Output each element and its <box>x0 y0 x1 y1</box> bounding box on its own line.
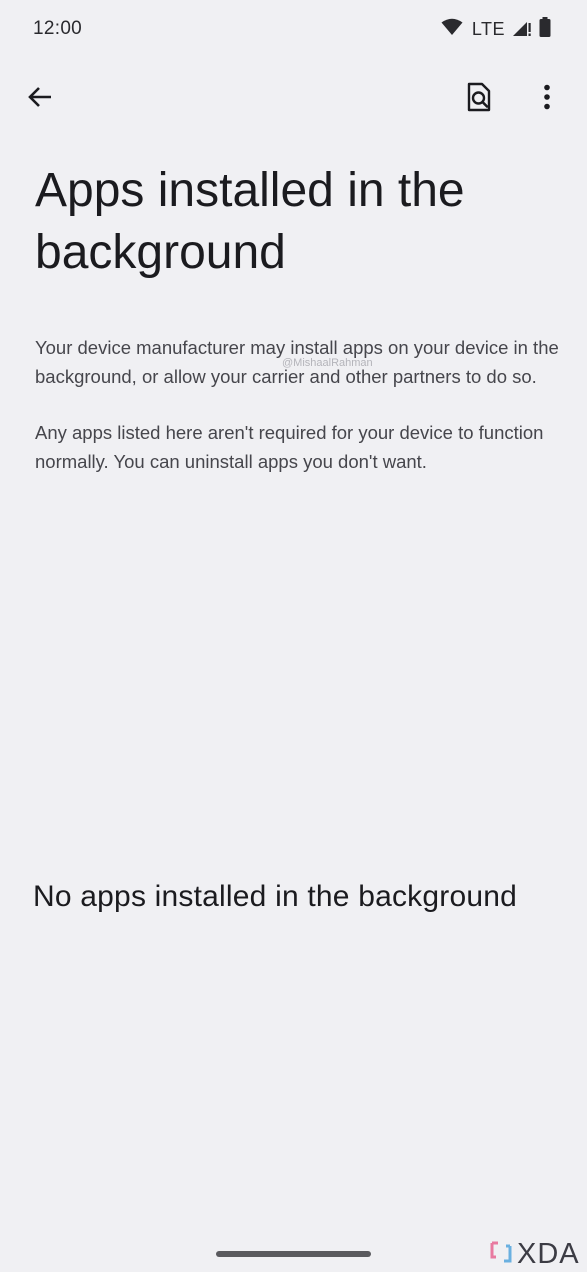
cell-signal-icon <box>512 17 532 42</box>
app-bar <box>0 70 587 130</box>
xda-logo: XDA <box>489 1238 580 1271</box>
xda-bracket-icon <box>489 1238 513 1271</box>
more-vert-icon <box>543 84 551 115</box>
network-type-label: LTE <box>471 19 505 39</box>
back-button[interactable] <box>16 75 64 123</box>
arrow-back-icon <box>27 85 53 114</box>
watermark: @MishaalRahman <box>282 357 373 369</box>
xda-wordmark: XDA <box>517 1238 580 1270</box>
gesture-nav-handle[interactable] <box>216 1251 371 1257</box>
wifi-icon <box>441 18 463 41</box>
search-in-page-button[interactable] <box>455 75 503 123</box>
status-bar: 12:00 LTE <box>0 0 587 60</box>
battery-icon <box>539 17 551 42</box>
page-title: Apps installed in the background <box>35 164 465 279</box>
document-search-icon <box>466 82 492 117</box>
description-paragraph-2: Any apps listed here aren't required for… <box>35 422 544 472</box>
status-time: 12:00 <box>33 18 83 39</box>
status-icons: LTE <box>441 17 551 42</box>
empty-state-message: No apps installed in the background <box>33 880 517 913</box>
more-options-button[interactable] <box>523 75 571 123</box>
